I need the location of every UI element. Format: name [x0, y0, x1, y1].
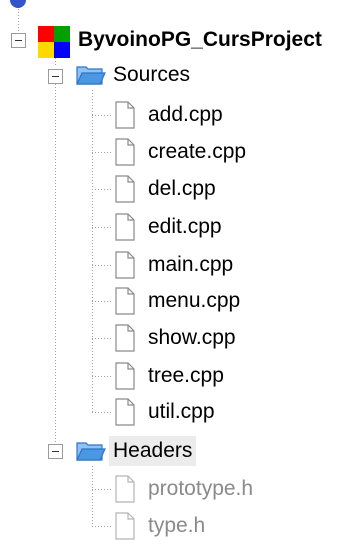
sources-collapse-toggle[interactable]: [48, 69, 63, 84]
folder-open-icon: [76, 66, 106, 85]
file-name: tree.cpp: [148, 364, 224, 387]
file-item[interactable]: tree.cpp: [148, 361, 224, 391]
file-item[interactable]: show.cpp: [148, 323, 236, 353]
project-tree: ByvoinoPG_CursProject Sources add.cpp cre…: [0, 0, 344, 540]
project-colored-squares-icon: [38, 26, 70, 58]
file-name: main.cpp: [148, 253, 234, 276]
file-name: util.cpp: [148, 400, 215, 423]
file-name: edit.cpp: [148, 215, 222, 238]
file-item[interactable]: type.h: [148, 511, 205, 541]
file-icon: [115, 251, 135, 279]
file-icon: [115, 324, 135, 352]
sources-label: Sources: [113, 63, 191, 86]
file-icon: [115, 175, 135, 203]
file-item[interactable]: util.cpp: [148, 397, 215, 427]
file-icon: [115, 362, 135, 390]
file-name: add.cpp: [148, 103, 223, 126]
project-node[interactable]: ByvoinoPG_CursProject: [78, 25, 322, 55]
folder-open-icon: [76, 442, 106, 461]
headers-folder[interactable]: Headers: [109, 436, 197, 466]
headers-collapse-toggle[interactable]: [48, 444, 63, 459]
file-icon: [115, 213, 135, 241]
file-item[interactable]: edit.cpp: [148, 212, 222, 242]
file-name: show.cpp: [148, 326, 236, 349]
headers-label: Headers: [109, 436, 197, 466]
file-name: del.cpp: [148, 177, 216, 200]
file-name: prototype.h: [148, 477, 254, 500]
file-item[interactable]: menu.cpp: [148, 286, 240, 316]
file-item[interactable]: create.cpp: [148, 137, 246, 167]
file-name: create.cpp: [148, 140, 247, 163]
partial-node-icon: [10, 0, 26, 8]
file-icon: [115, 398, 135, 426]
file-item[interactable]: main.cpp: [148, 250, 233, 280]
file-name: menu.cpp: [148, 289, 241, 312]
project-name: ByvoinoPG_CursProject: [78, 28, 322, 51]
file-item[interactable]: del.cpp: [148, 174, 216, 204]
file-icon: [115, 101, 135, 129]
file-item[interactable]: add.cpp: [148, 100, 223, 130]
file-icon: [115, 475, 135, 503]
file-name: type.h: [148, 514, 206, 537]
project-collapse-toggle[interactable]: [11, 33, 26, 48]
sources-folder[interactable]: Sources: [113, 60, 190, 90]
file-icon: [115, 138, 135, 166]
file-item[interactable]: prototype.h: [148, 474, 253, 504]
file-icon: [115, 287, 135, 315]
